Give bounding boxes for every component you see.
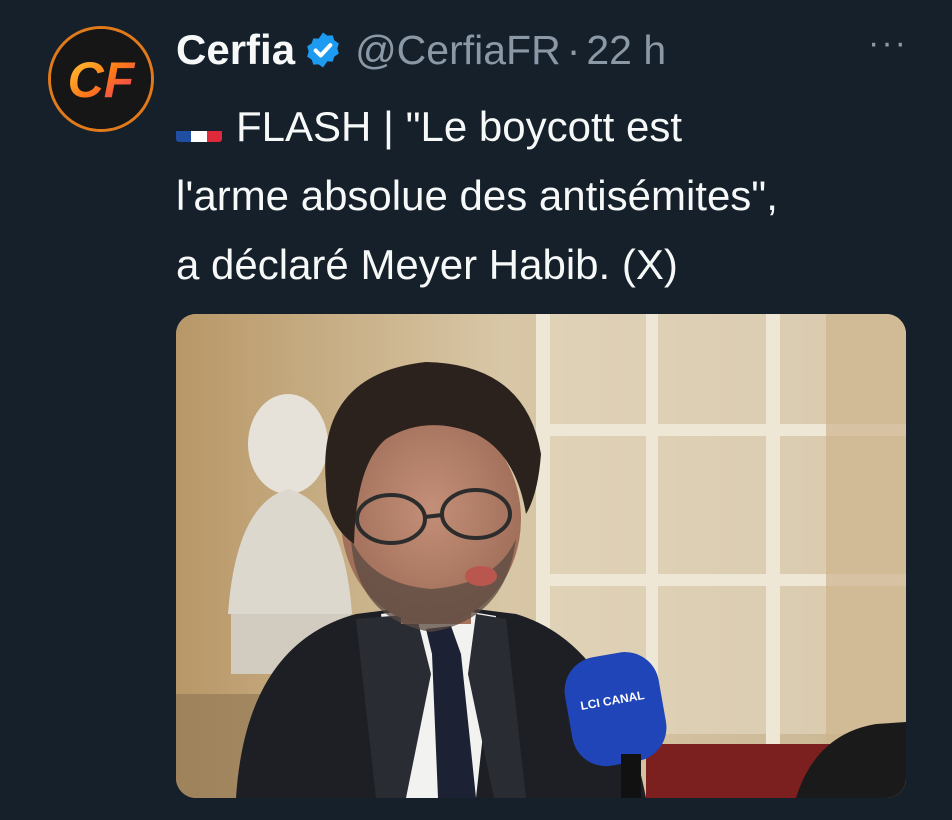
tweet-photo[interactable]: LCI CANAL [176, 314, 906, 798]
tweet[interactable]: CF Cerfia @CerfiaFR · 22 h ··· FLASH | "… [0, 0, 952, 820]
author-name[interactable]: Cerfia [176, 26, 295, 74]
photo-scene: LCI CANAL [176, 314, 906, 798]
tweet-text-line-1: FLASH | "Le boycott est [176, 92, 916, 161]
tweet-text-prefix: FLASH | "Le boycott est [236, 103, 683, 150]
tweet-text-line-2: l'arme absolue des antisémites", [176, 172, 778, 219]
avatar[interactable]: CF [48, 26, 154, 132]
tweet-text-line-3: a déclaré Meyer Habib. (X) [176, 241, 678, 288]
more-options-icon[interactable]: ··· [868, 26, 908, 60]
french-flag-icon [176, 112, 222, 142]
avatar-logo-text: CF [68, 52, 136, 108]
tweet-text: FLASH | "Le boycott est l'arme absolue d… [176, 92, 916, 299]
separator-dot: · [566, 26, 581, 73]
timestamp[interactable]: 22 h [586, 27, 666, 74]
verified-badge-icon [307, 32, 339, 68]
tweet-header: Cerfia @CerfiaFR · 22 h [176, 22, 666, 78]
author-handle[interactable]: @CerfiaFR [355, 27, 561, 74]
cerfia-logo: CF [51, 29, 151, 129]
